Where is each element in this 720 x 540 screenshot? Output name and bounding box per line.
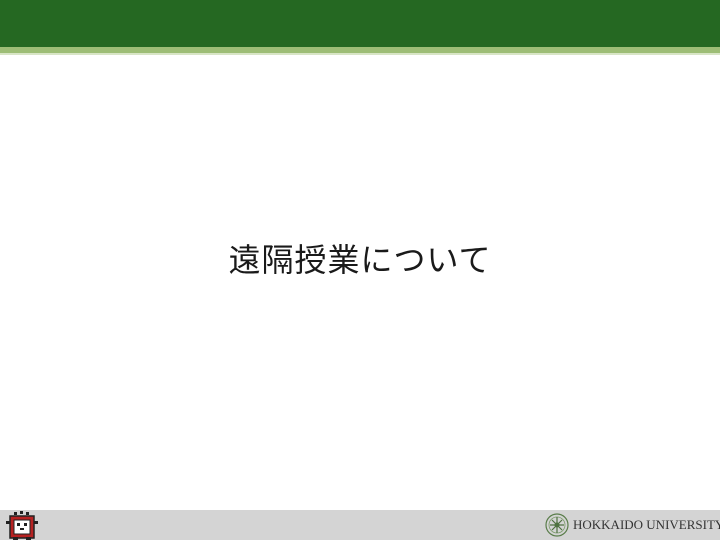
slide-title: 遠隔授業について xyxy=(228,241,492,279)
university-emblem-icon xyxy=(545,513,569,537)
slide: 遠隔授業について HOKKAIDO UNIVERSITY xyxy=(0,0,720,540)
header-line xyxy=(0,53,720,55)
header-bar xyxy=(0,0,720,47)
mascot-icon xyxy=(6,511,38,540)
university-name: HOKKAIDO UNIVERSITY xyxy=(573,517,720,532)
